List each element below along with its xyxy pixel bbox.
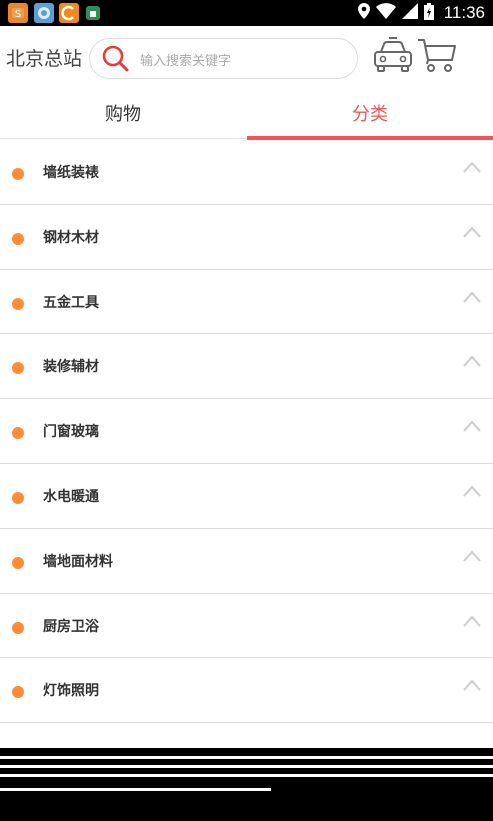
bullet-dot: [12, 621, 24, 634]
chevron-up-icon[interactable]: [462, 418, 482, 432]
navigation-bar: [0, 748, 493, 821]
category-label: 墙纸装裱: [43, 165, 99, 181]
signal-icon: [401, 3, 418, 23]
weibo-app-icon: S: [8, 3, 28, 23]
chevron-up-icon[interactable]: [462, 224, 482, 238]
divider: [0, 765, 493, 768]
store-app-icon: [86, 6, 100, 20]
category-label: 墙地面材料: [43, 553, 113, 570]
category-label: 水电暖通: [43, 488, 99, 505]
category-list: 墙纸装裱 钢材木材 五金工具 装修辅材 门窗玻璃 水电暖通 墙地面材料 厨房卫浴…: [0, 140, 493, 724]
cart-icon: [416, 39, 458, 78]
chevron-up-icon[interactable]: [462, 289, 482, 303]
category-item[interactable]: 五金工具: [0, 270, 493, 335]
bullet-dot: [12, 232, 24, 245]
chevron-up-icon[interactable]: [462, 548, 482, 562]
search-icon[interactable]: [100, 44, 130, 78]
chevron-up-icon[interactable]: [462, 483, 482, 497]
header: 北京总站 输入搜索关键字: [0, 26, 493, 92]
bullet-dot: [12, 491, 24, 504]
divider: [0, 774, 493, 777]
category-item[interactable]: 装修辅材: [0, 334, 493, 400]
bullet-dot: [12, 686, 24, 699]
city-selector[interactable]: 北京总站: [6, 44, 82, 71]
wifi-icon: [375, 3, 396, 23]
browser-app-icon: [59, 3, 79, 23]
bullet-dot: [12, 556, 24, 569]
car-icon: [372, 37, 414, 78]
category-item[interactable]: 墙纸装裱: [0, 140, 493, 205]
bullet-dot: [12, 362, 24, 375]
bullet-dot: [12, 427, 24, 440]
category-item[interactable]: 墙地面材料: [0, 529, 493, 594]
category-item[interactable]: 厨房卫浴: [0, 594, 493, 659]
location-icon: [357, 3, 370, 23]
category-label: 装修辅材: [43, 359, 99, 376]
divider: [0, 756, 493, 759]
category-item[interactable]: 门窗玻璃: [0, 399, 493, 464]
svg-text:S: S: [15, 9, 21, 20]
divider: [0, 788, 271, 791]
status-bar: S 11:36: [0, 0, 493, 26]
tab-bar: 购物 分类: [0, 92, 493, 140]
category-label: 钢材木材: [43, 229, 99, 246]
tab-category[interactable]: 分类: [247, 92, 493, 140]
bullet-dot: [12, 297, 24, 310]
category-label: 五金工具: [43, 294, 99, 311]
clock: 11:36: [443, 3, 485, 22]
tab-shopping[interactable]: 购物: [0, 92, 246, 139]
category-label: 门窗玻璃: [43, 424, 99, 441]
category-label: 灯饰照明: [43, 683, 99, 700]
chevron-up-icon[interactable]: [462, 159, 482, 173]
gallery-app-icon: [34, 3, 54, 23]
chevron-up-icon[interactable]: [462, 353, 482, 368]
chevron-up-icon[interactable]: [462, 613, 482, 627]
category-item[interactable]: 钢材木材: [0, 205, 493, 270]
cart-button[interactable]: [416, 36, 458, 74]
chevron-up-icon[interactable]: [462, 677, 482, 692]
category-item[interactable]: 水电暖通: [0, 464, 493, 529]
battery-icon: [423, 2, 434, 24]
car-button[interactable]: [372, 36, 414, 74]
search-box[interactable]: 输入搜索关键字: [89, 38, 358, 79]
category-item[interactable]: 灯饰照明: [0, 658, 493, 724]
bullet-dot: [12, 168, 24, 180]
search-input[interactable]: 输入搜索关键字: [140, 50, 231, 69]
app-screen: 北京总站 输入搜索关键字 购物 分类 墙纸装裱 钢材木材 五金工具 装修辅材 门…: [0, 26, 493, 748]
category-label: 厨房卫浴: [43, 618, 99, 635]
